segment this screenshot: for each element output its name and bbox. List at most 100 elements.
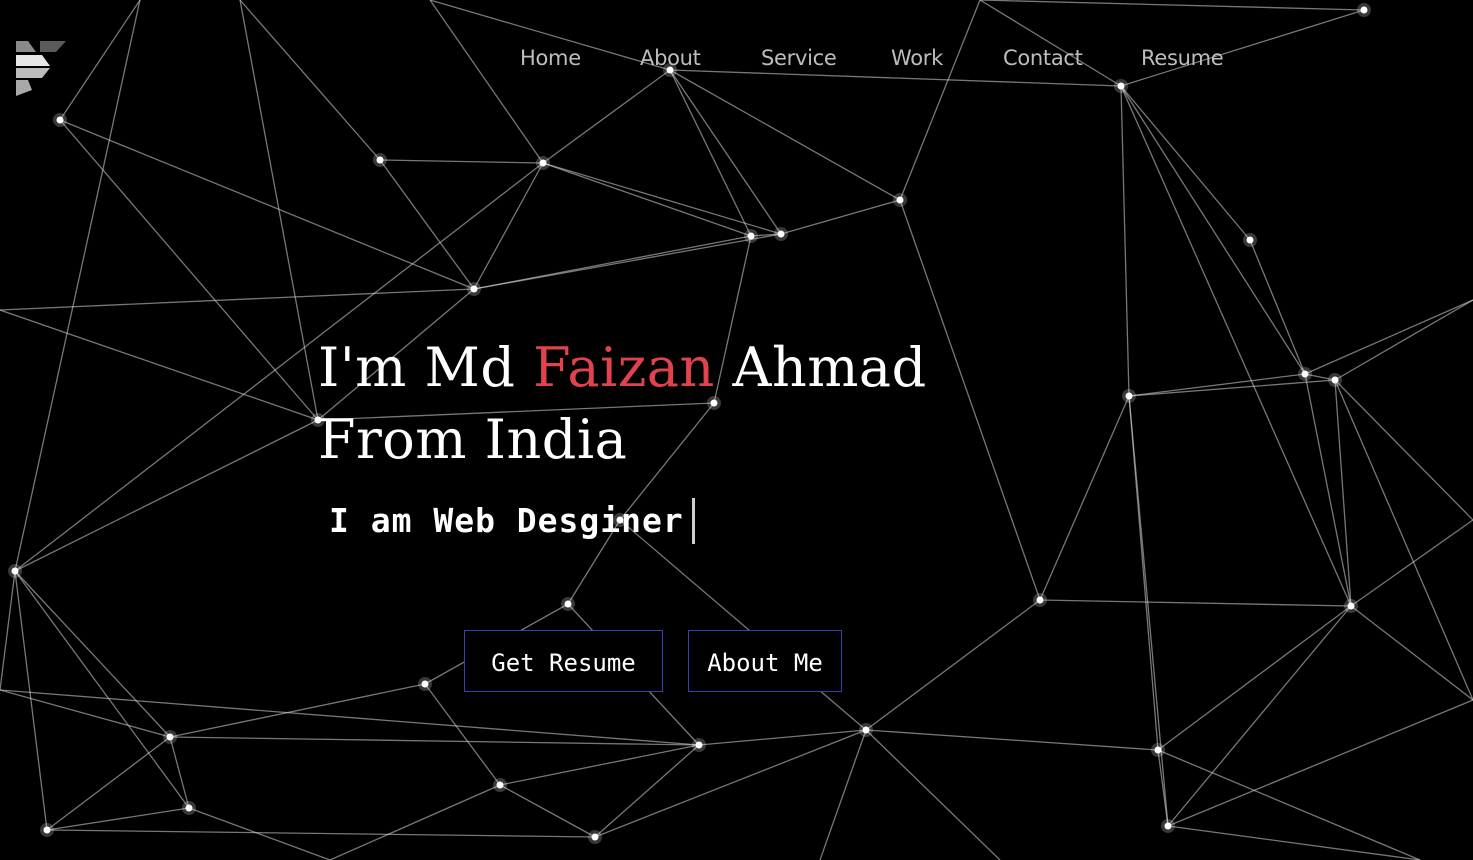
network-link-line	[46, 736, 171, 831]
network-link-line	[1157, 605, 1352, 751]
network-node-dot	[421, 680, 429, 688]
network-link-line	[780, 199, 901, 235]
network-link-line	[1350, 519, 1473, 607]
network-link-line	[594, 744, 700, 838]
network-link-line	[542, 162, 752, 237]
network-node-dot	[591, 833, 599, 841]
network-link-line	[14, 570, 171, 738]
network-link-line	[473, 233, 782, 290]
network-link-line	[1039, 395, 1130, 601]
network-link-line	[1350, 605, 1473, 701]
network-link-line	[1167, 825, 1421, 860]
network-link-line	[899, 0, 981, 201]
network-link-line	[0, 288, 475, 311]
network-link-line	[46, 829, 596, 838]
network-node-dot	[11, 567, 19, 575]
network-link-line	[46, 807, 190, 831]
nav-link-contact[interactable]: Contact	[1003, 46, 1083, 70]
network-link-line	[865, 599, 1041, 731]
network-link-line	[14, 419, 319, 572]
nav-link-about[interactable]: About	[640, 46, 701, 70]
typing-caret	[692, 498, 695, 544]
network-link-line	[1249, 239, 1306, 375]
network-link-line	[1128, 395, 1169, 827]
headline-prefix: I'm Md	[318, 336, 534, 399]
network-link-line	[698, 729, 867, 746]
network-link-line	[1120, 85, 1306, 375]
network-node-dot	[896, 196, 904, 204]
network-link-line	[1334, 379, 1473, 521]
network-link-line	[424, 683, 501, 786]
network-link-line	[1157, 749, 1421, 860]
network-link-line	[594, 729, 867, 838]
network-node-dot	[376, 156, 384, 164]
network-link-line	[169, 736, 190, 809]
hero-section: Home About Service Work Contact Resume I…	[0, 0, 1473, 860]
network-node-dot	[1331, 376, 1339, 384]
network-link-line	[669, 69, 752, 237]
network-link-line	[1304, 373, 1352, 607]
network-node-dot	[496, 781, 504, 789]
network-link-line	[14, 570, 190, 809]
network-node-dot	[695, 741, 703, 749]
network-link-line	[1120, 85, 1251, 241]
network-link-line	[542, 69, 671, 164]
network-link-line	[669, 69, 782, 235]
nav-link-home[interactable]: Home	[520, 46, 581, 70]
main-nav: Home About Service Work Contact Resume	[0, 46, 1473, 80]
network-node-dot	[1036, 596, 1044, 604]
network-link-line	[14, 570, 48, 831]
network-link-line	[499, 784, 596, 838]
network-link-line	[0, 570, 16, 691]
network-node-dot	[1154, 746, 1162, 754]
network-link-line	[329, 784, 501, 860]
network-link-line	[473, 162, 544, 290]
network-link-line	[1304, 299, 1473, 375]
network-node-dot	[539, 159, 547, 167]
network-link-line	[1157, 749, 1169, 827]
network-link-line	[188, 807, 331, 860]
network-link-line	[1334, 379, 1352, 607]
network-link-line	[865, 729, 1001, 860]
network-link-line	[1334, 379, 1473, 701]
network-link-line	[1120, 85, 1130, 397]
nav-link-resume[interactable]: Resume	[1141, 46, 1224, 70]
network-link-line	[865, 729, 1159, 751]
network-link-line	[1039, 599, 1352, 607]
network-link-line	[619, 519, 867, 731]
network-node-dot	[1301, 370, 1309, 378]
network-link-line	[169, 683, 426, 738]
network-node-dot	[1347, 602, 1355, 610]
network-link-line	[669, 69, 901, 201]
network-link-line	[1334, 299, 1473, 381]
get-resume-button[interactable]: Get Resume	[464, 630, 663, 692]
headline-suffix: Ahmad	[714, 336, 927, 399]
network-node-dot	[777, 230, 785, 238]
network-node-dot	[1117, 82, 1125, 90]
hero-headline: I'm Md Faizan Ahmad From India	[318, 332, 927, 476]
network-link-line	[1120, 85, 1352, 607]
network-link-line	[499, 744, 700, 786]
network-link-line	[379, 159, 544, 164]
typed-role-text: I am Web Desginer	[329, 501, 684, 540]
network-node-dot	[43, 826, 51, 834]
network-link-line	[979, 0, 1365, 11]
network-node-dot	[1164, 822, 1172, 830]
network-link-line	[542, 162, 782, 235]
network-node-dot	[747, 232, 755, 240]
network-node-dot	[470, 285, 478, 293]
network-node-dot	[1246, 236, 1254, 244]
about-me-button[interactable]: About Me	[688, 630, 842, 692]
network-node-dot	[56, 116, 64, 124]
headline-highlight-name: Faizan	[533, 336, 715, 399]
network-node-dot	[1360, 6, 1368, 14]
network-node-dot	[564, 600, 572, 608]
nav-link-work[interactable]: Work	[891, 46, 943, 70]
network-node-dot	[862, 726, 870, 734]
nav-link-service[interactable]: Service	[761, 46, 837, 70]
network-link-line	[819, 729, 867, 860]
network-node-dot	[1125, 392, 1133, 400]
network-node-dot	[185, 804, 193, 812]
network-node-dot	[166, 733, 174, 741]
network-link-line	[0, 689, 700, 746]
